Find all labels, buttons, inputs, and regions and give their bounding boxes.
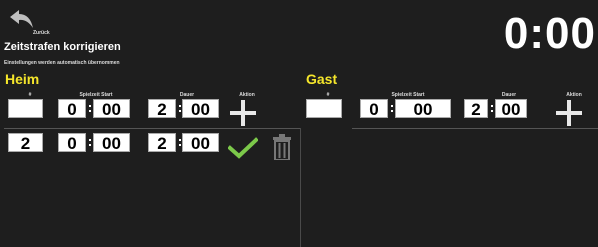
guest-divider — [352, 128, 598, 129]
page-subtitle: Einstellungen werden automatisch übernom… — [4, 60, 120, 66]
home-divider — [4, 128, 300, 129]
home-col-start: Spielzeit Start — [79, 92, 113, 98]
game-clock: 0:00 — [503, 9, 596, 58]
home-penalty-start-sec-input[interactable]: 00 — [93, 133, 130, 153]
home-new-dur-min-input[interactable]: 2 — [148, 99, 176, 119]
guest-new-start-min-input[interactable]: 0 — [360, 99, 388, 119]
guest-col-number: # — [326, 92, 330, 98]
guest-col-start: Spielzeit Start — [391, 92, 425, 98]
home-add-penalty-plus-icon[interactable] — [230, 100, 256, 126]
guest-col-action: Aktion — [566, 92, 582, 98]
home-new-number-input[interactable] — [8, 99, 43, 118]
home-col-duration: Dauer — [179, 92, 195, 98]
home-penalty-start-min-input[interactable]: 0 — [58, 133, 86, 153]
back-label[interactable]: Zurück — [33, 30, 50, 36]
page-title: Zeitstrafen korrigieren — [4, 41, 121, 53]
delete-trash-icon[interactable] — [272, 134, 292, 160]
confirm-check-icon[interactable] — [228, 137, 258, 159]
home-penalty-number-input[interactable]: 2 — [8, 133, 43, 153]
guest-new-dur-sec-input[interactable]: 00 — [495, 99, 527, 119]
home-new-start-min-input[interactable]: 0 — [58, 99, 86, 119]
home-penalty-dur-min-input[interactable]: 2 — [148, 133, 176, 153]
guest-team-label: Gast — [306, 71, 338, 87]
home-team-label: Heim — [5, 71, 40, 87]
guest-new-dur-min-input[interactable]: 2 — [464, 99, 488, 119]
guest-new-start-sec-input[interactable]: 00 — [395, 99, 451, 119]
home-col-action: Aktion — [239, 92, 255, 98]
home-new-start-sec-input[interactable]: 00 — [93, 99, 130, 119]
home-new-dur-sec-input[interactable]: 00 — [182, 99, 219, 119]
home-penalty-dur-sec-input[interactable]: 00 — [182, 133, 219, 153]
back-arrow-icon[interactable] — [8, 8, 34, 30]
guest-col-duration: Dauer — [501, 92, 517, 98]
team-column-divider — [300, 128, 301, 247]
guest-new-number-input[interactable] — [306, 99, 342, 118]
guest-add-penalty-plus-icon[interactable] — [556, 100, 582, 126]
home-col-number: # — [28, 92, 32, 98]
